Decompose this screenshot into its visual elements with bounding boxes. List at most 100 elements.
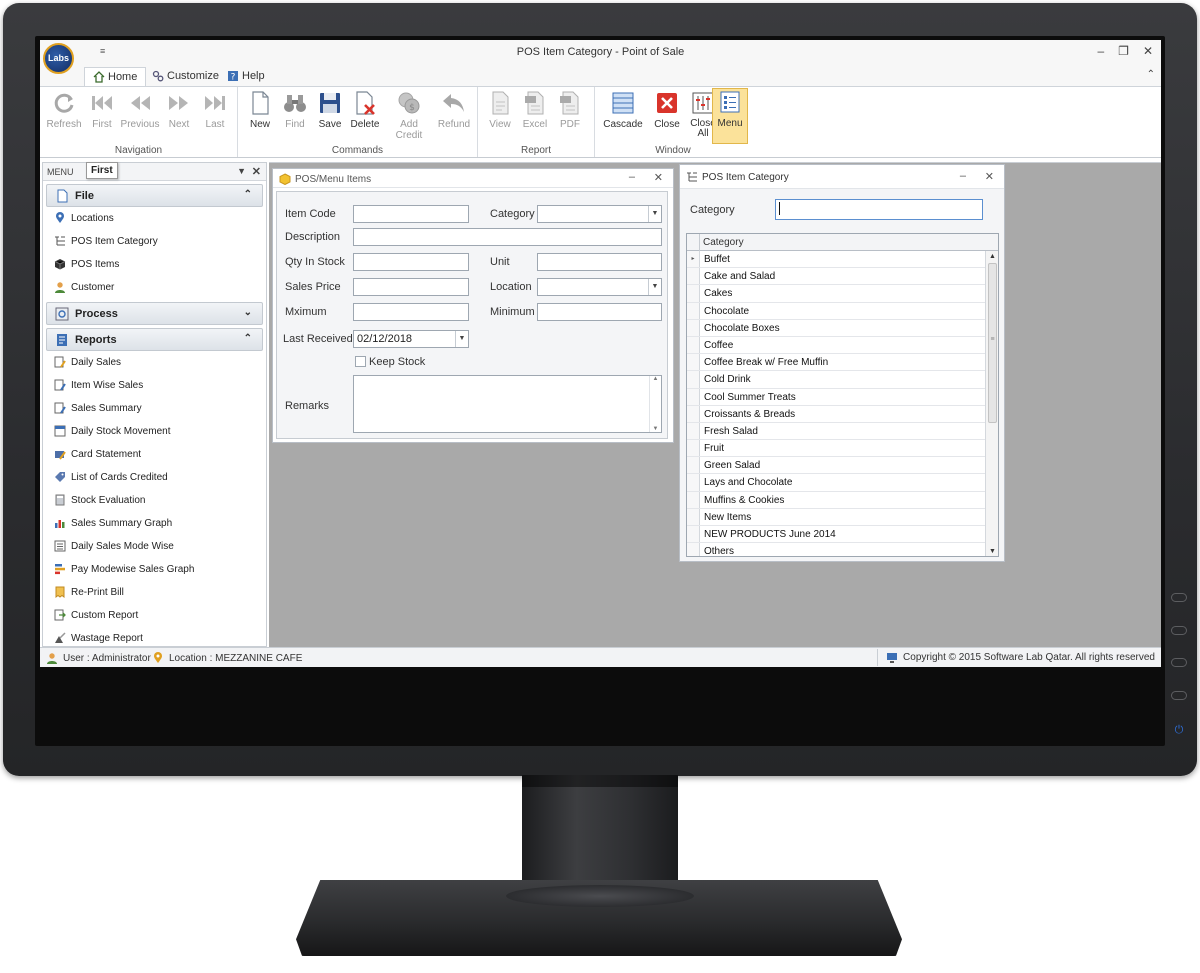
previous-button[interactable]: Previous — [120, 90, 160, 130]
minimize-icon[interactable]: – — [1097, 44, 1104, 58]
row-selector[interactable] — [687, 285, 700, 302]
tab-help[interactable]: ? Help — [219, 67, 273, 86]
menu-item-sales-summary-graph[interactable]: Sales Summary Graph — [43, 512, 266, 535]
first-button[interactable]: First — [82, 90, 122, 130]
menu-item-locations[interactable]: Locations — [43, 207, 266, 230]
section-file[interactable]: File ⌃ — [46, 184, 263, 207]
table-row[interactable]: ▸ Buffet — [687, 251, 987, 269]
scrollbar[interactable]: ▲ ▼ — [649, 376, 661, 432]
pin-icon[interactable]: ▼ — [237, 166, 246, 176]
monitor-button[interactable] — [1171, 658, 1187, 667]
item-code-field[interactable] — [353, 205, 469, 223]
excel-button[interactable]: Excel — [515, 90, 555, 130]
row-selector[interactable] — [687, 526, 700, 543]
child-title-bar[interactable]: POS/Menu Items – ✕ — [273, 169, 673, 188]
table-row[interactable]: NEW PRODUCTS June 2014 — [687, 526, 987, 544]
tab-home[interactable]: Home — [84, 67, 147, 86]
close-icon[interactable]: ✕ — [985, 170, 994, 183]
menu-item-item-wise-sales[interactable]: Item Wise Sales — [43, 374, 266, 397]
menu-item-customer[interactable]: Customer — [43, 276, 266, 299]
table-row[interactable]: Others — [687, 543, 987, 556]
ribbon-collapse-icon[interactable]: ⌃ — [1147, 69, 1155, 80]
find-button[interactable]: Find — [275, 90, 315, 130]
unit-field[interactable] — [537, 253, 662, 271]
monitor-button[interactable] — [1171, 626, 1187, 635]
table-row[interactable]: New Items — [687, 508, 987, 526]
menu-item-list-of-cards-credited[interactable]: List of Cards Credited — [43, 466, 266, 489]
scrollbar[interactable]: ▲ ≡ ▼ — [985, 251, 998, 556]
qty-in-stock-field[interactable] — [353, 253, 469, 271]
app-logo[interactable]: Labs — [43, 43, 74, 74]
tab-customize[interactable]: Customize — [144, 67, 227, 86]
table-row[interactable]: Fruit — [687, 440, 987, 458]
column-header-category[interactable]: Category — [703, 237, 744, 248]
scroll-up-icon[interactable]: ▲ — [986, 253, 998, 260]
dropdown-arrow-icon[interactable]: ▼ — [648, 206, 661, 222]
menu-item-daily-sales-mode-wise[interactable]: Daily Sales Mode Wise — [43, 535, 266, 558]
menu-item-pay-modewise-sales-graph[interactable]: Pay Modewise Sales Graph — [43, 558, 266, 581]
menu-item-sales-summary[interactable]: Sales Summary — [43, 397, 266, 420]
section-process[interactable]: Process ⌄ — [46, 302, 263, 325]
row-selector[interactable]: ▸ — [687, 251, 700, 268]
table-row[interactable]: Lays and Chocolate — [687, 474, 987, 492]
menu-item-stock-evaluation[interactable]: Stock Evaluation — [43, 489, 266, 512]
save-button[interactable]: Save — [310, 90, 350, 130]
category-dropdown[interactable]: ▼ — [537, 205, 662, 223]
row-selector[interactable] — [687, 405, 700, 422]
menu-item-daily-stock-movement[interactable]: Daily Stock Movement — [43, 420, 266, 443]
remarks-field[interactable]: ▲ ▼ — [353, 375, 662, 433]
row-selector[interactable] — [687, 457, 700, 474]
new-button[interactable]: New — [240, 90, 280, 130]
close-icon[interactable]: ✕ — [1143, 44, 1153, 58]
close-button[interactable]: Close — [647, 90, 687, 130]
menu-item-pos-items[interactable]: POS Items — [43, 253, 266, 276]
table-row[interactable]: Coffee Break w/ Free Muffin — [687, 354, 987, 372]
row-selector[interactable] — [687, 491, 700, 508]
restore-icon[interactable]: ❐ — [1118, 44, 1129, 58]
row-selector[interactable] — [687, 474, 700, 491]
delete-button[interactable]: Delete — [345, 90, 385, 130]
close-icon[interactable]: ✕ — [654, 171, 663, 184]
menu-item-custom-report[interactable]: Custom Report — [43, 604, 266, 627]
menu-item-pos-item-category[interactable]: POS Item Category — [43, 230, 266, 253]
table-row[interactable]: Green Salad — [687, 457, 987, 475]
sales-price-field[interactable] — [353, 278, 469, 296]
category-input[interactable] — [775, 199, 983, 220]
row-selector[interactable] — [687, 319, 700, 336]
menu-item-card-statement[interactable]: Card Statement — [43, 443, 266, 466]
refund-button[interactable]: Refund — [434, 90, 474, 130]
scrollbar-thumb[interactable]: ≡ — [988, 263, 997, 423]
menu-button[interactable]: Menu — [712, 88, 748, 144]
next-button[interactable]: Next — [159, 90, 199, 130]
table-row[interactable]: Croissants & Breads — [687, 405, 987, 423]
section-reports[interactable]: Reports ⌃ — [46, 328, 263, 351]
table-row[interactable]: Chocolate Boxes — [687, 319, 987, 337]
table-row[interactable]: Cold Drink — [687, 371, 987, 389]
table-row[interactable]: Fresh Salad — [687, 422, 987, 441]
last-button[interactable]: Last — [195, 90, 235, 130]
view-button[interactable]: View — [480, 90, 520, 130]
table-row[interactable]: Muffins & Cookies — [687, 491, 987, 509]
location-dropdown[interactable]: ▼ — [537, 278, 662, 296]
row-selector[interactable] — [687, 354, 700, 371]
last-received-date-picker[interactable]: 02/12/2018 ▼ — [353, 330, 469, 348]
dropdown-arrow-icon[interactable]: ▼ — [648, 279, 661, 295]
scroll-down-icon[interactable]: ▼ — [986, 548, 998, 555]
dropdown-arrow-icon[interactable]: ▼ — [455, 331, 468, 347]
row-selector[interactable] — [687, 371, 700, 388]
row-selector[interactable] — [687, 302, 700, 319]
maximum-field[interactable] — [353, 303, 469, 321]
minimize-icon[interactable]: – — [960, 170, 966, 182]
minimize-icon[interactable]: – — [629, 171, 635, 183]
row-selector[interactable] — [687, 388, 700, 405]
table-row[interactable]: Chocolate — [687, 302, 987, 320]
category-grid[interactable]: Category ▸ Buffet Cake and Salad Cakes Choco… — [686, 233, 999, 557]
menu-item-daily-sales[interactable]: Daily Sales — [43, 351, 266, 374]
minimum-field[interactable] — [537, 303, 662, 321]
cascade-button[interactable]: Cascade — [599, 90, 647, 130]
monitor-button[interactable] — [1171, 691, 1187, 700]
add-credit-button[interactable]: $ Add Credit — [386, 90, 432, 141]
child-title-bar[interactable]: POS Item Category – ✕ — [680, 165, 1004, 189]
table-row[interactable]: Coffee — [687, 336, 987, 355]
refresh-button[interactable]: Refresh — [44, 90, 84, 130]
